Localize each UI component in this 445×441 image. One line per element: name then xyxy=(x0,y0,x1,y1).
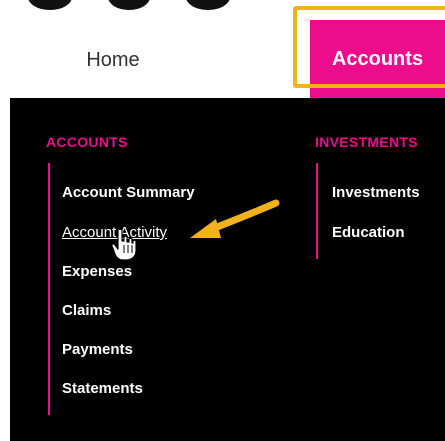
page: Home Accounts ACCOUNTS INVESTMENTS Accou… xyxy=(0,0,445,441)
menu-item-account-activity[interactable]: Account Activity xyxy=(62,224,167,241)
menu-item-investments[interactable]: Investments xyxy=(332,184,420,201)
investments-divider xyxy=(316,163,318,259)
nav-home[interactable]: Home xyxy=(58,24,168,96)
top-cropped-graphics xyxy=(0,0,445,14)
menu-item-statements[interactable]: Statements xyxy=(62,380,143,397)
menu-item-account-summary[interactable]: Account Summary xyxy=(62,184,195,201)
accounts-divider xyxy=(48,163,50,415)
menu-item-expenses[interactable]: Expenses xyxy=(62,263,132,280)
decorative-shape xyxy=(28,0,72,10)
nav-accounts[interactable]: Accounts xyxy=(310,20,445,98)
decorative-shape xyxy=(186,0,230,10)
investments-heading: INVESTMENTS xyxy=(315,134,418,150)
menu-item-claims[interactable]: Claims xyxy=(62,302,111,319)
menu-item-education[interactable]: Education xyxy=(332,224,405,241)
menu-item-payments[interactable]: Payments xyxy=(62,341,133,358)
accounts-heading: ACCOUNTS xyxy=(46,134,128,150)
accounts-mega-menu: ACCOUNTS INVESTMENTS Account Summary Acc… xyxy=(10,98,445,441)
decorative-shape xyxy=(108,0,150,10)
